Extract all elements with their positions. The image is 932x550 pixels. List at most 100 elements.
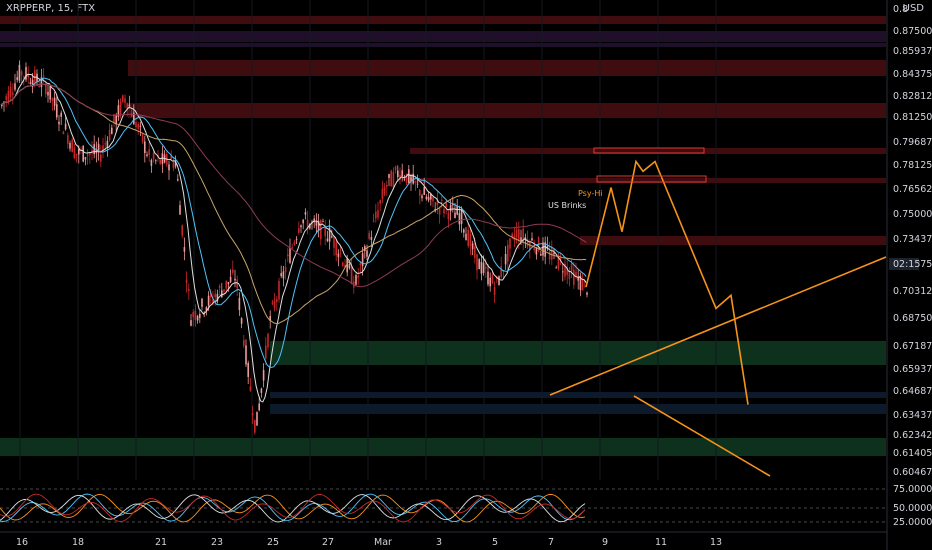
candle-body [392,172,395,188]
oscillator-panel [0,488,886,523]
candle-body [159,159,161,164]
candle-body [201,298,203,307]
candle-body [485,267,487,269]
candle-body [141,134,144,142]
price-tick-label: 0.659375 [893,364,932,375]
candle-body [122,95,124,102]
candle-body [249,386,252,391]
candle-body [300,225,302,228]
candle-body [185,279,188,283]
candle-body [568,271,571,279]
candle-body [388,174,390,178]
candle-body [192,312,194,318]
candle-body [551,247,553,260]
candle-body [271,302,274,304]
candle-body [482,262,485,274]
candle-body [49,85,51,100]
price-tick-label: 0.734375 [893,234,932,245]
candle-body [298,228,300,233]
candle-body [377,210,379,218]
candle-body [293,242,296,245]
candle-body [447,212,450,220]
candle-body [333,236,335,248]
candle-body [106,140,109,148]
candle-body [348,264,351,269]
candle-body [227,282,230,285]
candle-body [251,413,254,416]
time-tick-label: 11 [655,537,667,548]
candle-body [416,183,419,185]
candle-body [214,293,216,298]
candle-body [421,195,423,199]
candle-body [394,166,397,171]
candle-body [515,229,518,238]
candle-body [128,104,131,107]
candle-body [183,247,186,252]
price-tick-label: 0.8 [893,4,908,15]
candle-body [531,238,533,241]
candle-body [443,208,445,214]
candle-body [234,278,236,281]
candle-body [474,246,476,258]
candle-body [137,124,139,129]
candle-body [282,271,285,279]
candle-body [16,77,18,80]
candle-body [229,276,232,283]
candle-body [478,259,480,270]
candle-body [280,273,282,277]
time-axis: 16 18 21 23 25 27 Mar 3 5 7 9 11 13 [0,531,887,548]
candle-body [254,419,256,433]
oscillator-level-label: 50.000000 [893,503,932,514]
candle-body [441,199,443,201]
ma-slow-line [0,83,587,325]
candle-body [414,181,417,183]
candle-body [507,244,509,262]
zone-band [580,236,886,245]
oscillator-level-label: 75.000000 [893,484,932,495]
candle-body [390,170,392,187]
candle-body [218,286,221,288]
zone-band [0,438,886,456]
candle-body [38,86,40,88]
annotations: Psy-Hi US Brinks [548,189,603,210]
candle-body [458,213,461,225]
candle-body [276,299,278,302]
candle-body [287,254,289,257]
candle-body [337,253,340,258]
candle-body [179,205,181,215]
candle-body [221,290,223,298]
candle-body [302,219,304,224]
candle-body [573,269,575,285]
candle-body [278,280,280,300]
candle-body [51,98,54,102]
candle-body [401,170,403,177]
candle-body [42,75,45,77]
price-tag-label: 02:15 [893,259,920,270]
price-chart[interactable]: 0.8 0.875000 0.859375 0.843750 0.828125 0.812… [0,0,932,550]
candle-body [284,267,287,273]
candle-body [553,252,555,255]
candle-body [207,295,210,306]
time-tick-label: 16 [16,537,28,548]
candle-body [467,229,469,246]
candle-body [423,187,425,195]
candle-body [146,154,148,156]
candle-body [570,264,573,271]
candle-body [69,142,71,149]
price-tick-label: 0.828125 [893,91,932,102]
candle-body [100,154,102,162]
candle-body [342,262,344,266]
candle-body [236,279,238,289]
candle-body [258,403,260,411]
candle-body [12,92,14,95]
time-tick-label: 7 [548,537,554,548]
candle-body [194,310,197,320]
us-label: US Brinks [548,201,586,210]
candle-body [476,254,478,271]
candle-body [295,238,298,240]
candle-body [273,300,276,309]
candle-body [562,271,564,273]
candle-body [322,221,324,223]
candle-body [581,279,584,291]
candle-body [62,131,65,135]
